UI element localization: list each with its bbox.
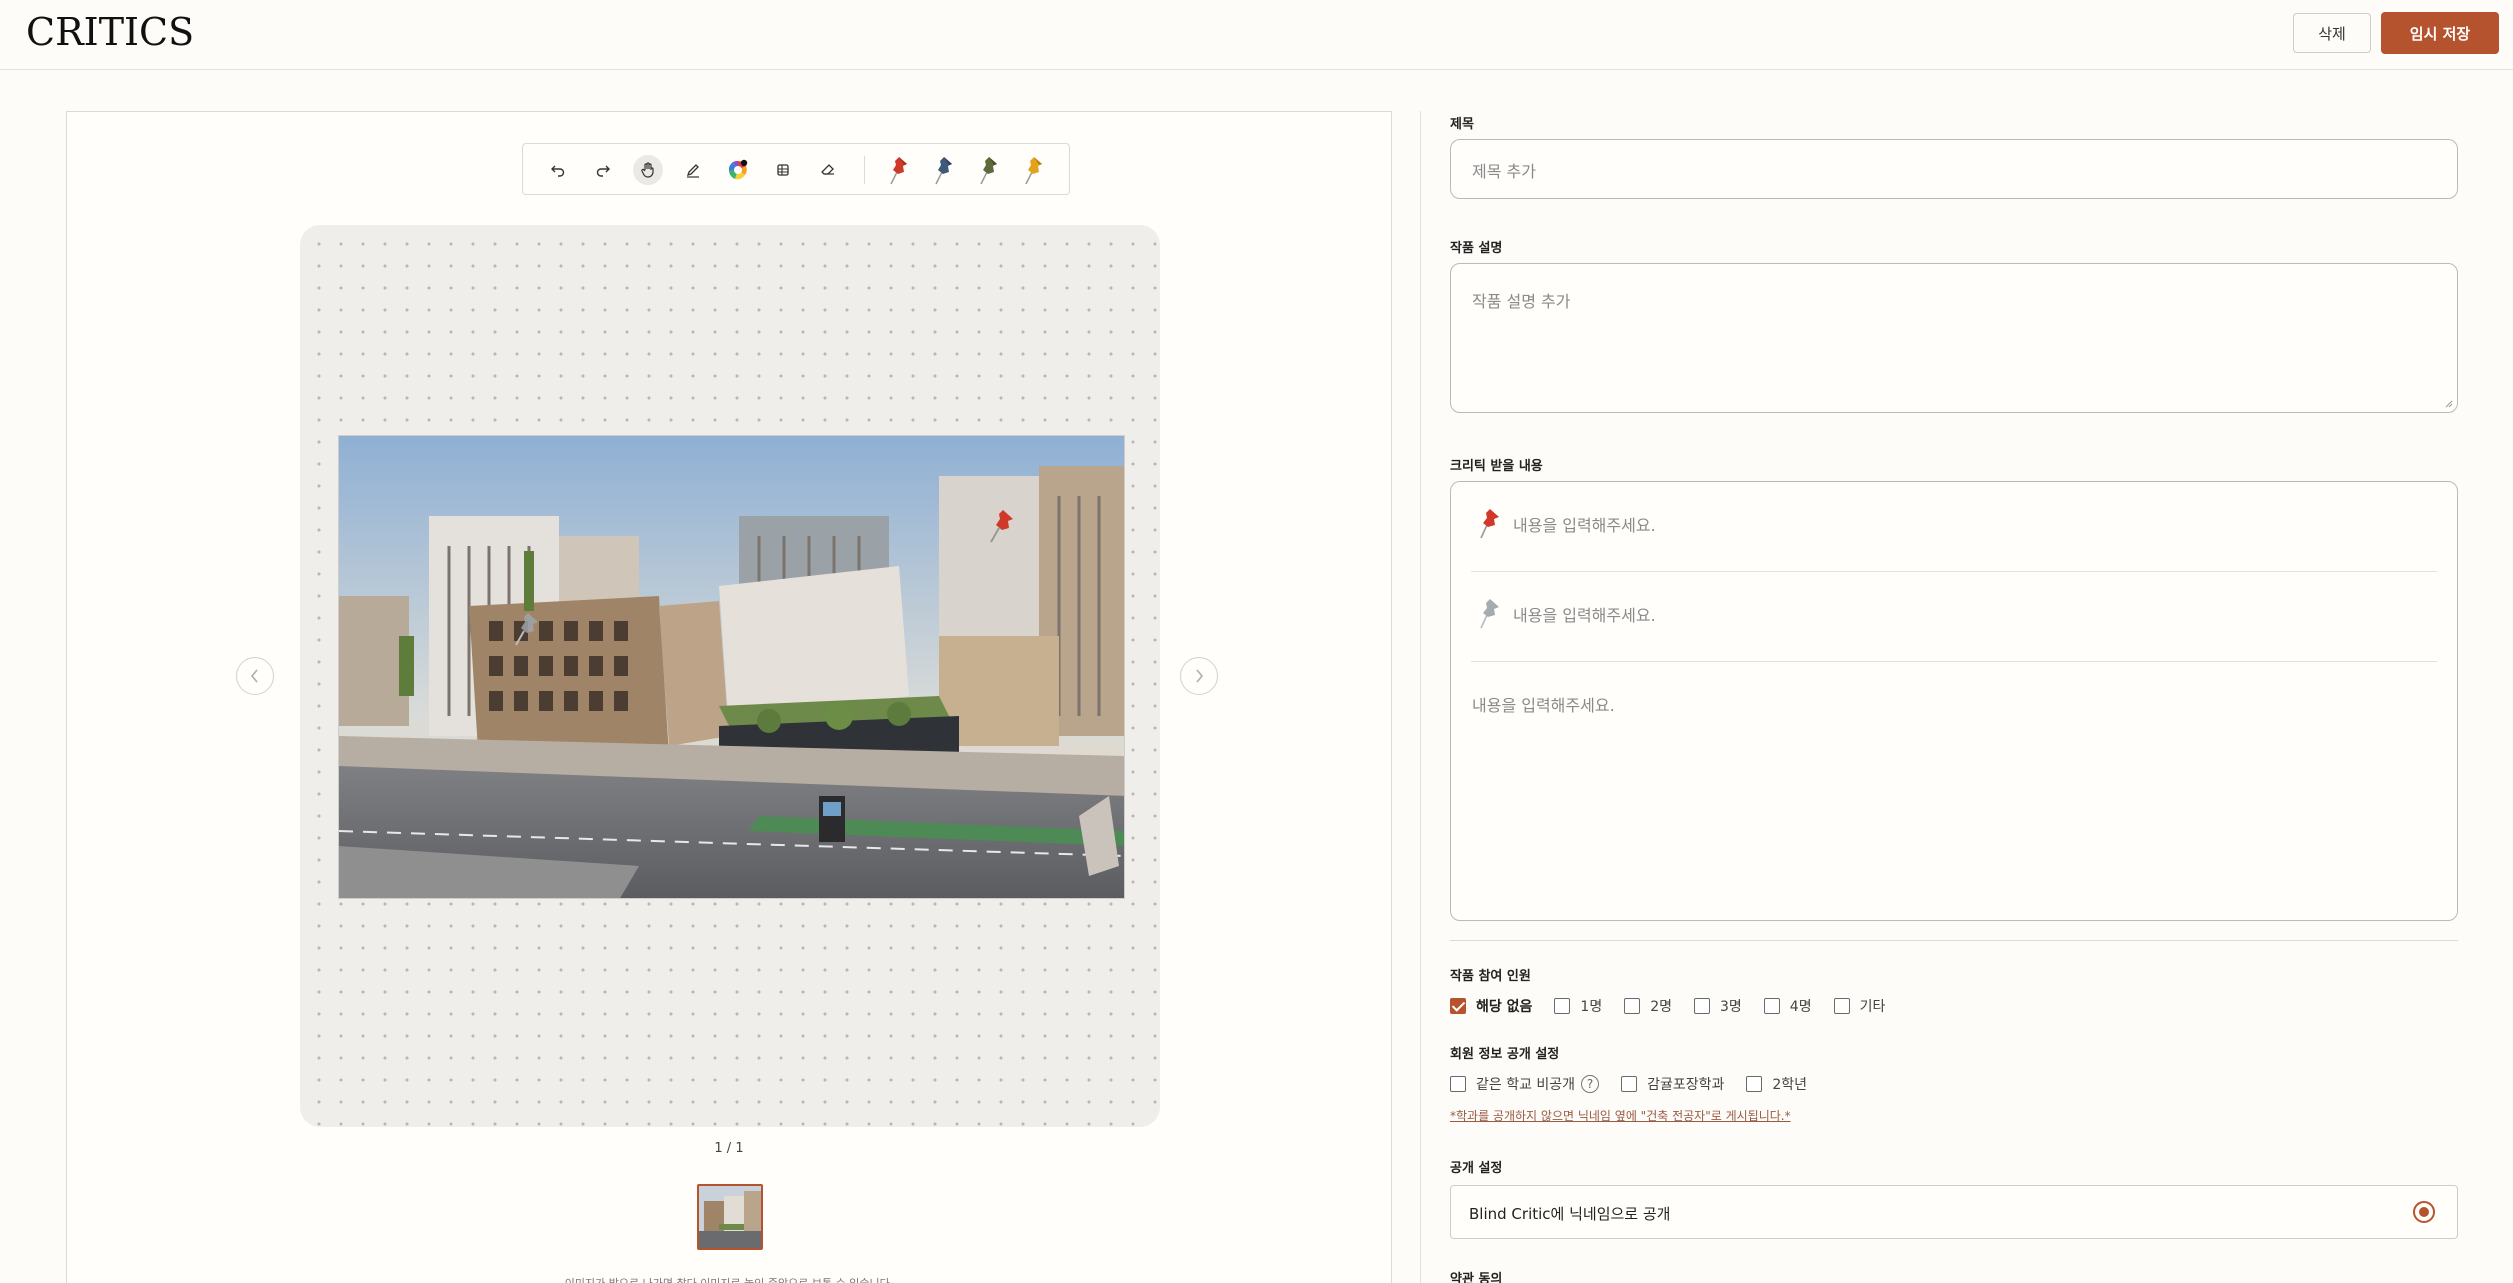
critic-row[interactable]: 내용을 입력해주세요. — [1471, 572, 2437, 662]
critic-free-placeholder[interactable]: 내용을 입력해주세요. — [1472, 692, 1615, 716]
page-indicator: 1 / 1 — [714, 1141, 744, 1156]
participants-option-2[interactable]: 2명 — [1624, 996, 1672, 1016]
title-placeholder: 제목 추가 — [1472, 162, 1536, 181]
public-option-label: Blind Critic에 닉네임으로 공개 — [1469, 1205, 1671, 1223]
member-info-label: 회원 정보 공개 설정 — [1450, 1047, 1560, 1062]
terms-label: 약관 동의 — [1450, 1272, 1503, 1283]
image-editor-panel: 1 / 1 이미지가 밝으로 나가면 찰다 이미지로 놓인 중앙으로 보통 수 … — [66, 111, 1392, 1283]
checkbox-icon[interactable] — [1763, 998, 1780, 1014]
prev-image-button[interactable] — [236, 657, 274, 695]
logo[interactable]: CRITICS — [26, 10, 194, 54]
toolbar-divider — [864, 156, 865, 184]
radio-selected-icon[interactable] — [2413, 1201, 2435, 1223]
checkbox-icon[interactable] — [1746, 1076, 1763, 1092]
title-label: 제목 — [1450, 117, 1474, 132]
pen-icon[interactable] — [678, 155, 708, 185]
participants-option-other[interactable]: 기타 — [1833, 996, 1885, 1016]
artwork-image[interactable] — [338, 435, 1125, 899]
app-header: CRITICS 삭제 임시 저장 — [0, 0, 2513, 70]
description-placeholder: 작품 설명 추가 — [1472, 292, 1571, 311]
public-setting-label: 공개 설정 — [1450, 1161, 1503, 1176]
viewer-note: 이미지가 밝으로 나가면 찰다 이미지로 놓인 중앙으로 보통 수 있습니다. — [67, 1275, 1391, 1283]
section-divider — [1450, 940, 2458, 941]
drawing-toolbar — [522, 143, 1070, 195]
participants-option-3[interactable]: 3명 — [1694, 996, 1742, 1016]
eraser-icon[interactable] — [813, 155, 843, 185]
save-draft-button[interactable]: 임시 저장 — [2381, 12, 2499, 54]
participants-option-4[interactable]: 4명 — [1763, 996, 1812, 1016]
critic-row[interactable]: 내용을 입력해주세요. — [1471, 482, 2437, 572]
description-label: 작품 설명 — [1450, 241, 1503, 256]
help-icon[interactable]: ? — [1581, 1075, 1600, 1093]
pin-olive-icon[interactable] — [973, 155, 1003, 185]
grid-icon[interactable] — [768, 155, 798, 185]
member-info-note[interactable]: *학과를 공개하지 않으면 닉네임 옆에 "건축 전공자"로 게시됩니다.* — [1450, 1107, 1791, 1124]
resize-handle-icon[interactable] — [2443, 398, 2453, 408]
image-canvas[interactable] — [300, 225, 1160, 1127]
redo-icon[interactable] — [588, 155, 618, 185]
participants-label: 작품 참여 인원 — [1450, 969, 1531, 984]
pin-red-icon[interactable] — [883, 155, 913, 185]
critic-label: 크리틱 받을 내용 — [1450, 459, 1543, 474]
hide-same-school-option[interactable]: 같은 학교 비공개? — [1450, 1074, 1600, 1094]
undo-icon[interactable] — [543, 155, 573, 185]
checkbox-icon[interactable] — [1450, 1076, 1466, 1092]
checkbox-icon[interactable] — [1694, 998, 1710, 1014]
pin-blue-icon[interactable] — [928, 155, 958, 185]
pin-gray-icon — [1480, 599, 1499, 629]
pin-yellow-icon[interactable] — [1018, 155, 1048, 185]
public-option[interactable]: Blind Critic에 닉네임으로 공개 — [1450, 1185, 2458, 1239]
member-info-options: 같은 학교 비공개? 감귤포장학과 2학년 — [1450, 1074, 1829, 1094]
department-option[interactable]: 감귤포장학과 — [1621, 1074, 1724, 1094]
critic-row-placeholder[interactable]: 내용을 입력해주세요. — [1513, 602, 1656, 626]
checkbox-icon[interactable] — [1833, 998, 1850, 1014]
title-input[interactable]: 제목 추가 — [1450, 139, 2458, 199]
color-wheel-icon[interactable] — [723, 155, 753, 185]
checkbox-checked-icon[interactable] — [1450, 998, 1466, 1014]
participants-options: 해당 없음 1명 2명 3명 4명 기타 — [1450, 996, 1907, 1016]
hand-icon[interactable] — [633, 155, 663, 185]
next-image-button[interactable] — [1180, 657, 1218, 695]
delete-button[interactable]: 삭제 — [2293, 13, 2371, 53]
pin-red-icon — [1480, 509, 1499, 539]
grade-option[interactable]: 2학년 — [1746, 1074, 1807, 1094]
participants-option-none[interactable]: 해당 없음 — [1450, 996, 1532, 1016]
critic-row-placeholder[interactable]: 내용을 입력해주세요. — [1513, 512, 1656, 536]
checkbox-icon[interactable] — [1554, 998, 1571, 1014]
checkbox-icon[interactable] — [1621, 1076, 1638, 1092]
panel-divider — [1420, 111, 1421, 1283]
checkbox-icon[interactable] — [1624, 998, 1641, 1014]
description-textarea[interactable]: 작품 설명 추가 — [1450, 263, 2458, 413]
critic-content-box: 내용을 입력해주세요. 내용을 입력해주세요. 내용을 입력해주세요. — [1450, 481, 2458, 921]
participants-option-1[interactable]: 1명 — [1554, 996, 1602, 1016]
image-thumbnail[interactable] — [697, 1184, 763, 1250]
